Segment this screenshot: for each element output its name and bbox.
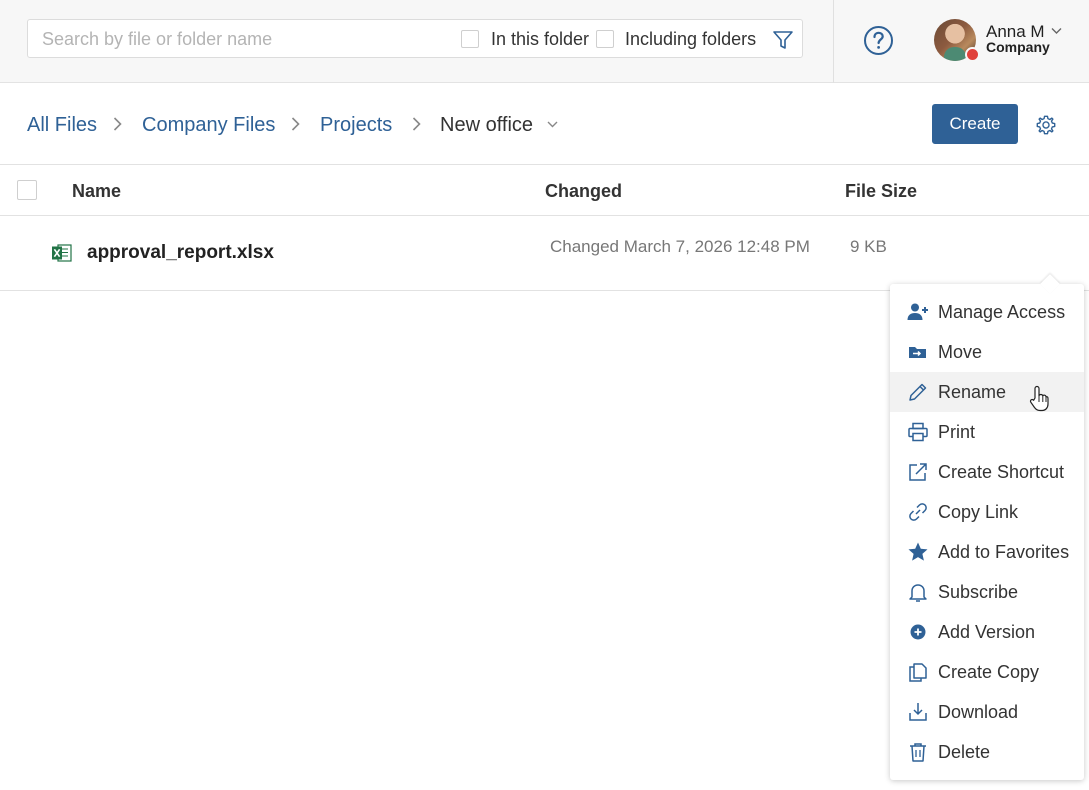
chevron-down-icon[interactable] (547, 121, 558, 128)
search-input[interactable] (42, 29, 442, 49)
gear-icon[interactable] (1035, 114, 1057, 136)
menu-item-label: Move (938, 342, 983, 362)
hand-cursor-icon (1029, 385, 1049, 412)
menu-item-download[interactable]: Download (890, 692, 1084, 732)
column-header-changed[interactable]: Changed (545, 180, 622, 202)
pencil-icon (909, 383, 927, 401)
breadcrumb-company-files[interactable]: Company Files (142, 113, 275, 137)
download-icon (909, 703, 927, 721)
in-this-folder-label: In this folder (491, 29, 590, 49)
column-header-file-size[interactable]: File Size (845, 180, 917, 202)
including-folders-checkbox[interactable] (596, 30, 614, 48)
link-icon (909, 503, 927, 521)
menu-item-print[interactable]: Print (890, 412, 1084, 452)
menu-item-label: Rename (938, 382, 1007, 402)
file-name[interactable]: approval_report.xlsx (87, 242, 274, 264)
in-this-folder-checkbox[interactable] (461, 30, 479, 48)
including-folders-label: Including folders (625, 29, 757, 49)
menu-item-label: Copy Link (938, 502, 1019, 522)
menu-item-add-to-favorites[interactable]: Add to Favorites (890, 532, 1084, 572)
excel-file-icon (52, 244, 72, 262)
external-link-icon (909, 463, 927, 481)
copy-icon (909, 663, 927, 682)
menu-item-label: Delete (938, 742, 991, 762)
printer-icon (908, 422, 928, 442)
select-all-checkbox[interactable] (17, 180, 37, 200)
breadcrumb-all-files[interactable]: All Files (27, 113, 97, 137)
user-company: Company (986, 39, 1050, 55)
menu-item-add-version[interactable]: Add Version (890, 612, 1084, 652)
menu-item-label: Subscribe (938, 582, 1019, 602)
menu-item-subscribe[interactable]: Subscribe (890, 572, 1084, 612)
chevron-right-icon (113, 117, 122, 131)
column-header-name[interactable]: Name (72, 180, 121, 202)
menu-item-label: Print (938, 422, 976, 442)
user-add-icon (907, 303, 928, 320)
menu-item-create-shortcut[interactable]: Create Shortcut (890, 452, 1084, 492)
chevron-down-icon[interactable] (1051, 27, 1062, 35)
filter-icon[interactable] (772, 29, 794, 51)
trash-icon (910, 743, 926, 762)
menu-item-label: Manage Access (938, 302, 1066, 322)
help-icon[interactable] (863, 25, 894, 56)
menu-item-label: Create Copy (938, 662, 1040, 682)
menu-item-label: Add to Favorites (938, 542, 1070, 562)
menu-item-delete[interactable]: Delete (890, 732, 1084, 772)
breadcrumb-projects[interactable]: Projects (320, 113, 392, 137)
top-bar: In this folder Including folders Anna M … (0, 0, 1089, 83)
menu-item-label: Create Shortcut (938, 462, 1065, 482)
menu-item-label: Download (938, 702, 1019, 722)
divider (0, 164, 1089, 165)
context-menu: Manage Access Move Rename Print Create S… (890, 284, 1084, 780)
search-box: In this folder Including folders (27, 19, 803, 58)
status-badge (965, 47, 980, 62)
menu-item-move[interactable]: Move (890, 332, 1084, 372)
menu-item-create-copy[interactable]: Create Copy (890, 652, 1084, 692)
chevron-right-icon (291, 117, 300, 131)
create-button[interactable]: Create (932, 104, 1018, 144)
file-changed: Changed March 7, 2026 12:48 PM (550, 237, 810, 256)
topbar-divider (833, 0, 834, 83)
breadcrumb-current-folder[interactable]: New office (440, 113, 533, 137)
menu-item-rename[interactable]: Rename (890, 372, 1084, 412)
menu-item-manage-access[interactable]: Manage Access (890, 292, 1084, 332)
chevron-right-icon (412, 117, 421, 131)
divider (0, 215, 1089, 216)
file-size: 9 KB (850, 237, 887, 256)
bell-icon (909, 584, 927, 602)
plus-circle-icon (910, 624, 926, 640)
folder-move-icon (909, 347, 926, 358)
menu-item-copy-link[interactable]: Copy Link (890, 492, 1084, 532)
star-icon (908, 542, 928, 561)
menu-item-label: Add Version (938, 622, 1036, 642)
